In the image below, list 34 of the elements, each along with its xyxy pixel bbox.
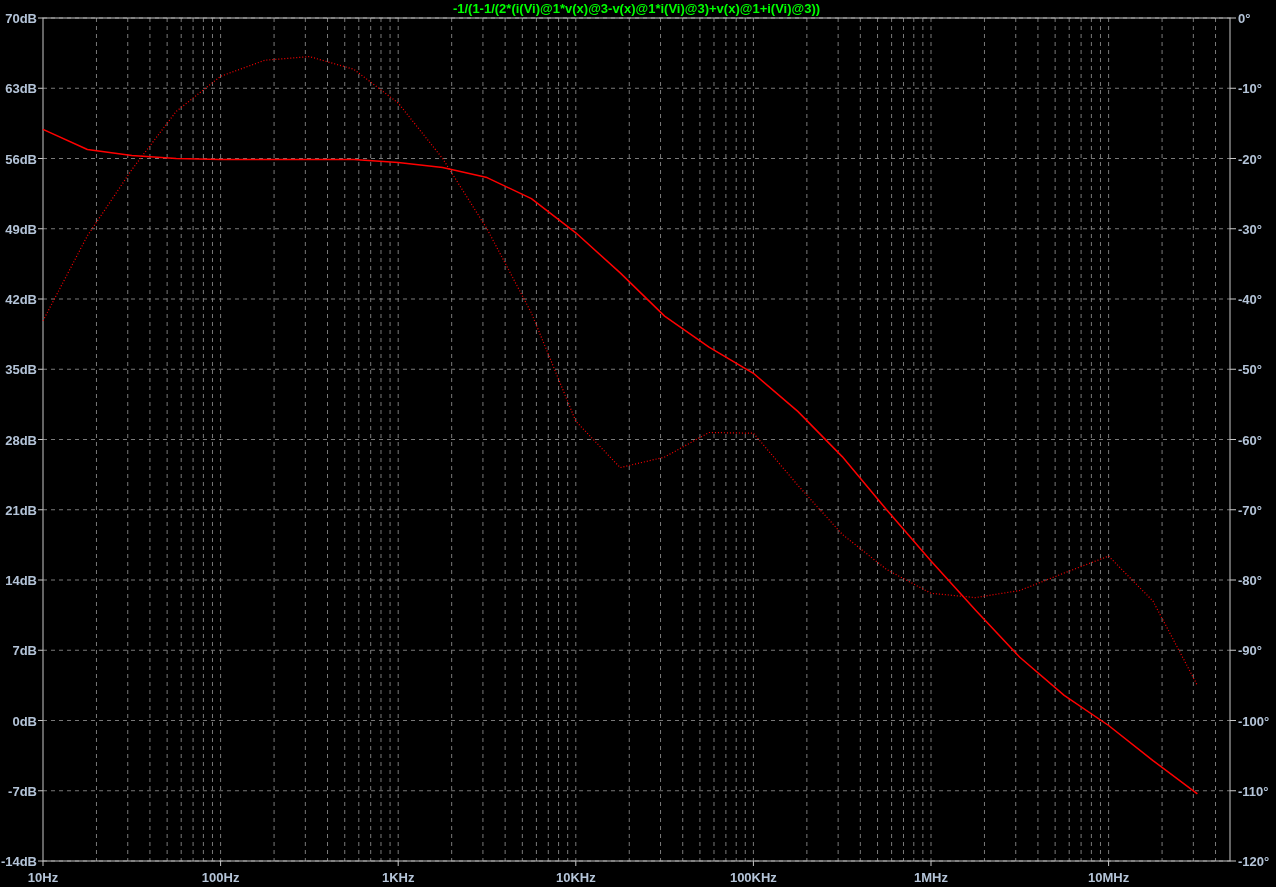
axis-label: -60° xyxy=(1238,432,1262,448)
axis-label: 1MHz xyxy=(914,870,948,885)
axis-label: 7dB xyxy=(12,643,37,659)
axis-label: 42dB xyxy=(5,292,37,307)
axis-label: 1KHz xyxy=(381,870,415,885)
axis-label: 21dB xyxy=(5,502,37,518)
axis-label: 100Hz xyxy=(201,870,240,885)
axis-label: 56dB xyxy=(5,151,37,167)
axis-label: -120° xyxy=(1238,854,1270,869)
axis-label: -40° xyxy=(1238,292,1262,307)
axis-label: -70° xyxy=(1238,502,1262,518)
axis-label: 100KHz xyxy=(729,870,777,885)
axis-label: -80° xyxy=(1238,573,1262,588)
axis-label: -14dB xyxy=(0,854,37,869)
axis-label: 10MHz xyxy=(1088,870,1130,885)
axis-label: -50° xyxy=(1238,362,1262,378)
axis-label: -100° xyxy=(1238,713,1270,729)
axis-label: 49dB xyxy=(5,221,37,237)
axis-label: -110° xyxy=(1238,783,1269,799)
axis-label: 14dB xyxy=(5,573,37,588)
axis-label: 63dB xyxy=(5,81,37,97)
axis-label: -10° xyxy=(1238,81,1262,97)
axis-label: 10Hz xyxy=(27,870,59,885)
axis-label: -7dB xyxy=(8,783,37,799)
axis-label: 70dB xyxy=(5,11,37,26)
axis-label: 0dB xyxy=(12,713,37,729)
axis-label: -20° xyxy=(1238,151,1262,167)
axis-label: -30° xyxy=(1238,221,1262,237)
axis-label: 10KHz xyxy=(555,870,596,885)
trace-expression: -1/(1-1/(2*(i(Vi)@1*v(x)@3-v(x)@1*i(Vi)@3)+v(x)@1+i(Vi)@3)) xyxy=(452,1,821,16)
axis-label: 28dB xyxy=(5,432,37,448)
axis-label: 35dB xyxy=(5,362,37,378)
axis-label: 0° xyxy=(1238,11,1251,26)
axis-label: -90° xyxy=(1238,643,1262,659)
